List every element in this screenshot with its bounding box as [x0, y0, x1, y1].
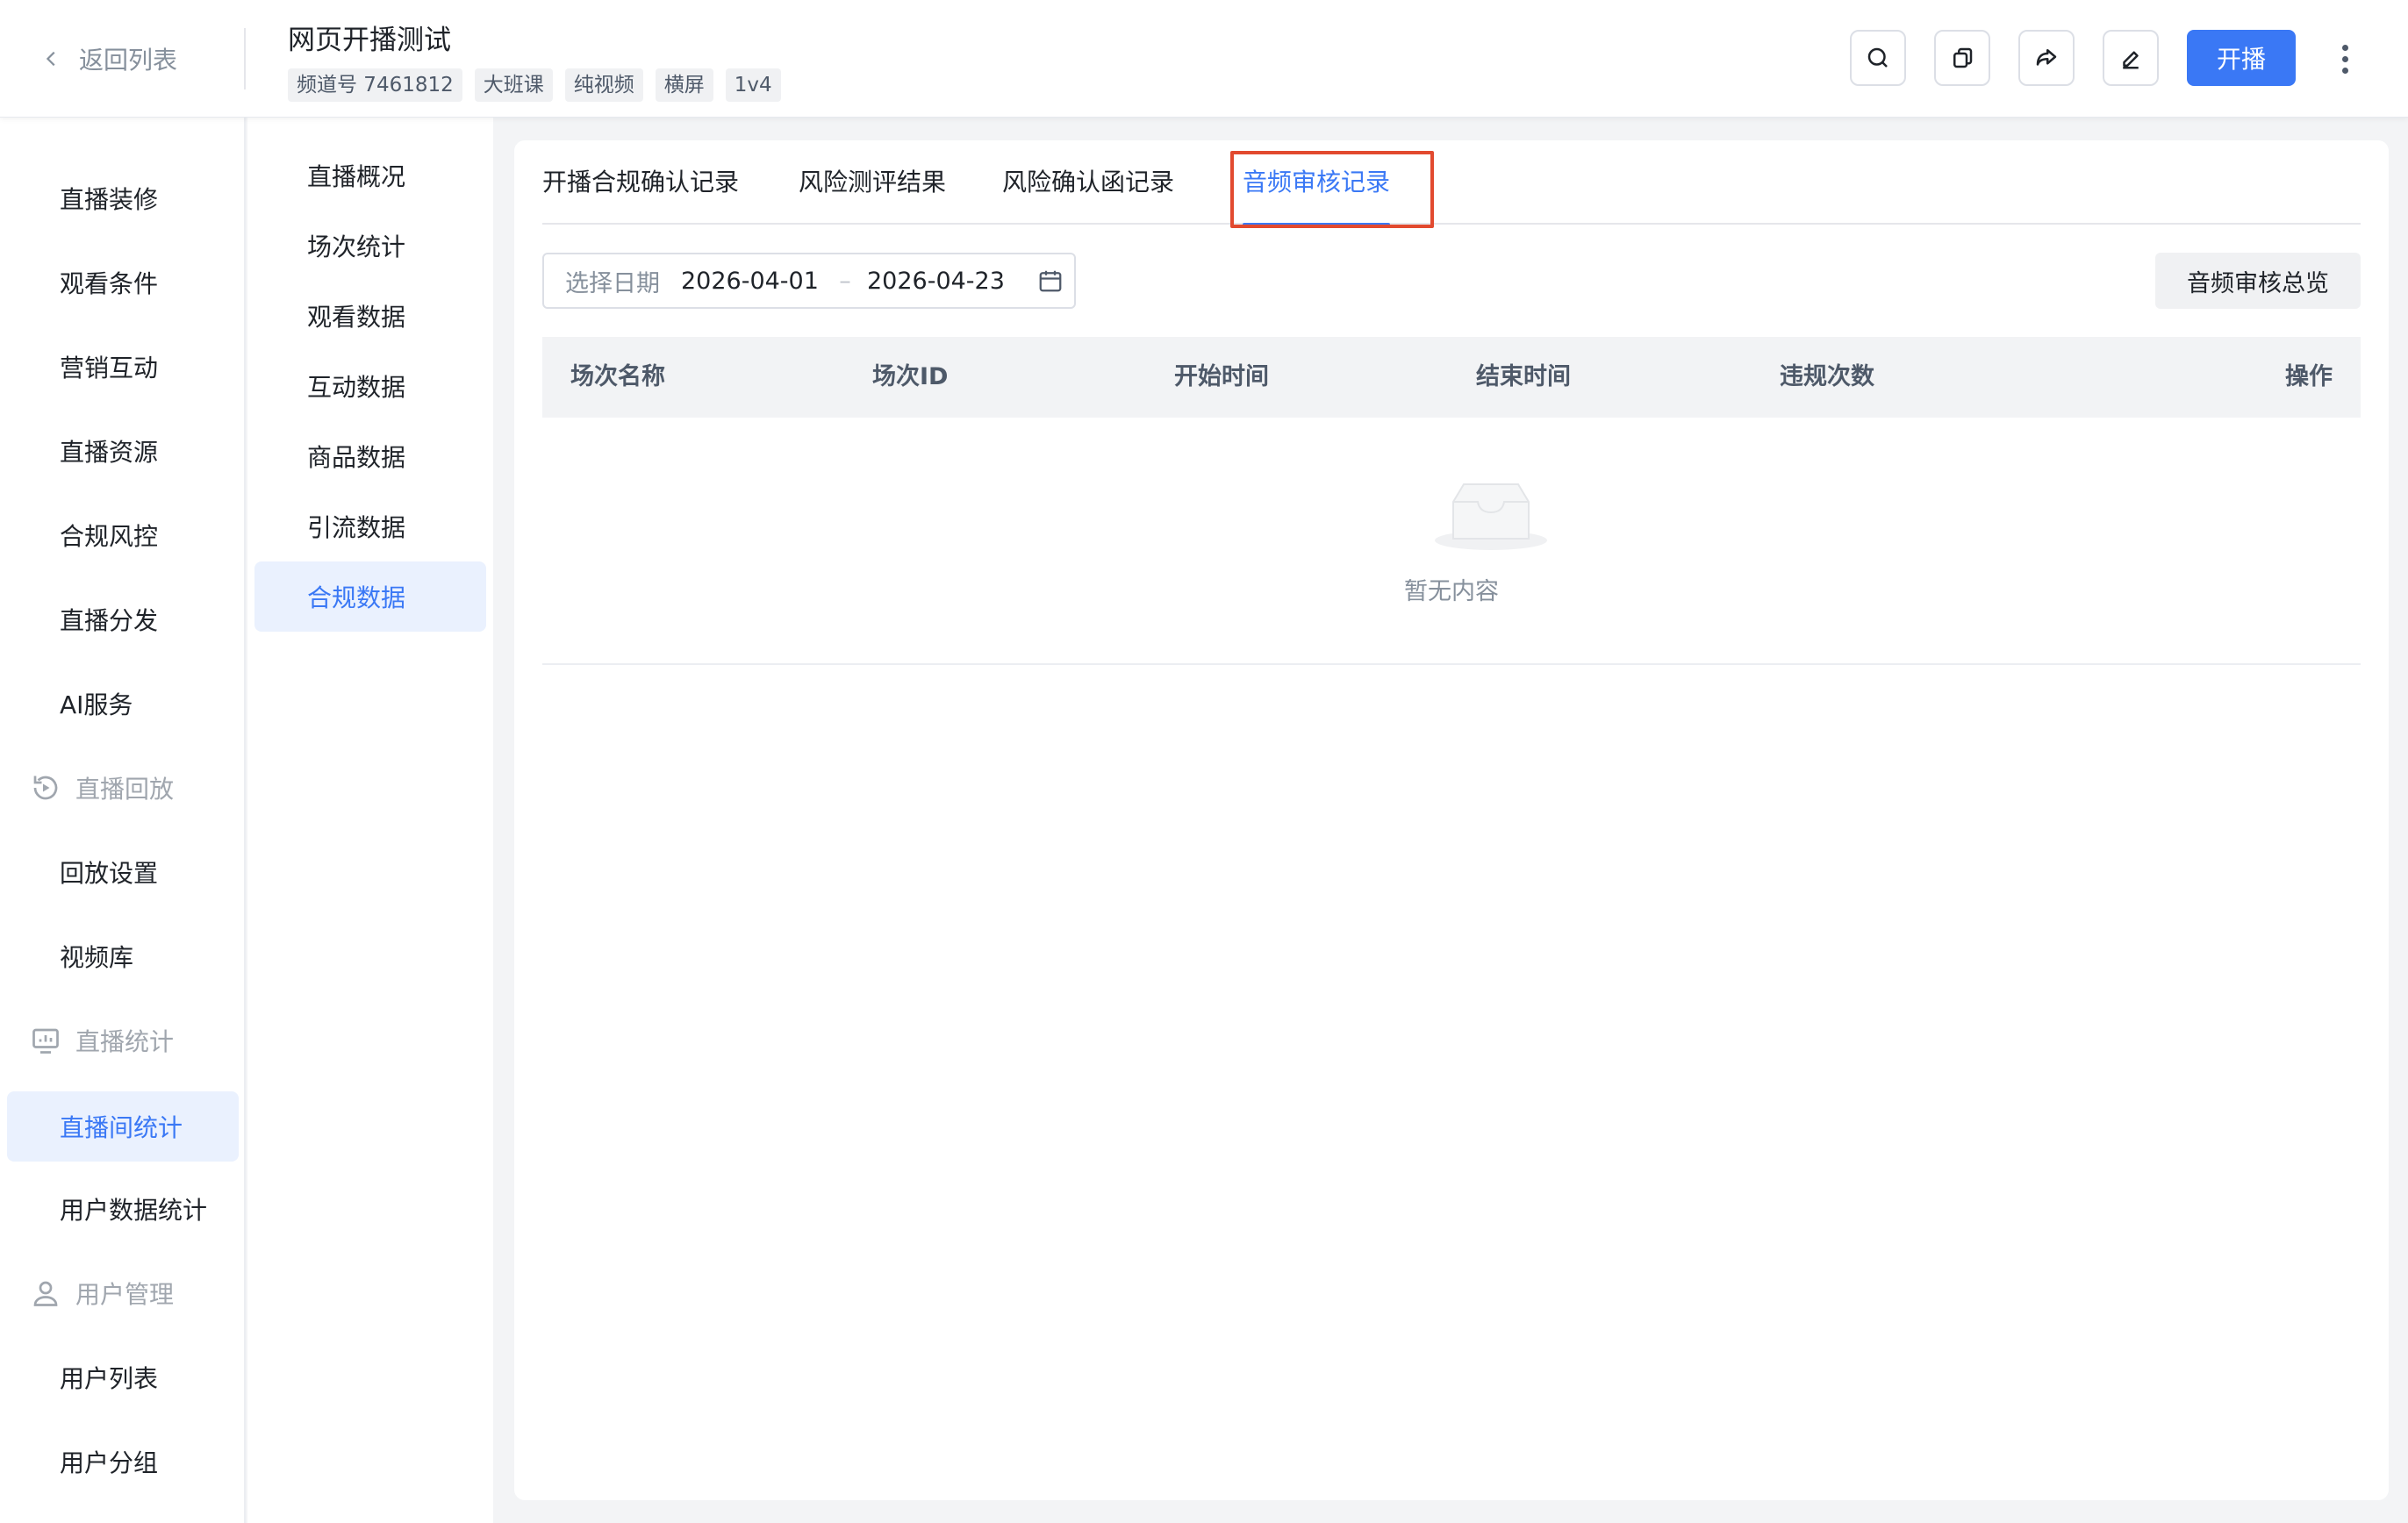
end-date-value[interactable]: 2026-04-23 [867, 268, 1027, 295]
sidebar-item-watch-conditions[interactable]: 观看条件 [0, 247, 246, 318]
subnav-item-session-stats[interactable]: 场次统计 [247, 211, 493, 281]
table-empty-state: 暂无内容 [542, 418, 2361, 665]
column-header-violation-count: 违规次数 [1780, 363, 1874, 390]
sidebar-item-compliance[interactable]: 合规风控 [0, 500, 246, 570]
main-panel: 开播合规确认记录 风险测评结果 风险确认函记录 音频审核记录 选择日期 2026… [514, 140, 2389, 1500]
channel-tags: 频道号 7461812 大班课 纯视频 横屏 1v4 [288, 68, 781, 102]
copy-icon [1953, 47, 1973, 68]
date-range-label: 选择日期 [565, 269, 660, 297]
date-range-picker[interactable]: 选择日期 2026-04-01 – 2026-04-23 [542, 253, 1076, 309]
tab-risk-assessment-results[interactable]: 风险测评结果 [799, 140, 946, 225]
more-dots-icon [2341, 44, 2348, 51]
subnav-item-interaction-data[interactable]: 互动数据 [247, 351, 493, 421]
search-button[interactable] [1850, 30, 1906, 86]
empty-inbox-icon [1435, 483, 1547, 550]
back-to-list-link[interactable]: 返回列表 [42, 37, 177, 81]
column-header-end-time: 结束时间 [1476, 363, 1571, 390]
sidebar-group-stats: 直播统计 [0, 1005, 246, 1076]
sidebar-item-user-groups[interactable]: 用户分组 [0, 1426, 246, 1497]
audio-review-overview-button[interactable]: 音频审核总览 [2155, 253, 2361, 309]
column-header-session-name: 场次名称 [570, 363, 665, 390]
sidebar-item-live-resources[interactable]: 直播资源 [0, 416, 246, 486]
edit-button[interactable] [2103, 30, 2159, 86]
header-divider [244, 28, 246, 89]
date-separator: – [839, 267, 851, 295]
sidebar-group-users: 用户管理 [0, 1258, 246, 1328]
more-dot [2341, 67, 2348, 74]
copy-button[interactable] [1934, 30, 1990, 86]
table-header: 场次名称 场次ID 开始时间 结束时间 违规次数 操作 [542, 337, 2361, 418]
media-type-tag: 纯视频 [564, 68, 643, 102]
tab-live-compliance-records[interactable]: 开播合规确认记录 [542, 140, 739, 225]
sidebar-group-stats-label: 直播统计 [75, 1027, 175, 1056]
start-date-value[interactable]: 2026-04-01 [681, 268, 828, 295]
sidebar-item-ai-service[interactable]: AI服务 [0, 669, 246, 739]
audio-review-table: 场次名称 场次ID 开始时间 结束时间 违规次数 操作 暂无内容 [542, 337, 2361, 665]
tab-risk-confirmation-records[interactable]: 风险确认函记录 [1002, 140, 1174, 225]
tab-audio-review-records[interactable]: 音频审核记录 [1243, 140, 1391, 226]
column-header-actions: 操作 [2285, 363, 2333, 390]
more-menu-button[interactable] [2327, 35, 2362, 82]
class-type-tag: 大班课 [474, 68, 553, 102]
calendar-icon[interactable] [1037, 268, 1064, 294]
monitor-chart-icon [32, 1028, 59, 1054]
page-title: 网页开播测试 [288, 25, 451, 56]
back-label: 返回列表 [79, 46, 178, 75]
sidebar-group-replay-label: 直播回放 [75, 775, 175, 804]
empty-state-text: 暂无内容 [1404, 578, 1499, 605]
channel-id-tag: 频道号 7461812 [288, 68, 462, 102]
sidebar-item-replay-settings[interactable]: 回放设置 [0, 837, 246, 907]
sidebar-group-users-label: 用户管理 [75, 1280, 175, 1309]
column-header-session-id: 场次ID [872, 363, 949, 390]
sidebar-item-live-decoration[interactable]: 直播装修 [0, 163, 246, 233]
column-header-start-time: 开始时间 [1174, 363, 1269, 390]
more-dot [2341, 55, 2348, 62]
tab-bar: 开播合规确认记录 风险测评结果 风险确认函记录 音频审核记录 [542, 140, 2361, 226]
stats-subnav: 直播概况 场次统计 观看数据 互动数据 商品数据 引流数据 合规数据 [247, 118, 493, 1523]
sidebar-item-distribution[interactable]: 直播分发 [0, 584, 246, 654]
sidebar-item-user-data-stats[interactable]: 用户数据统计 [0, 1174, 246, 1244]
share-button[interactable] [2018, 30, 2075, 86]
sidebar-group-replay: 直播回放 [0, 753, 246, 823]
start-live-button[interactable]: 开播 [2187, 30, 2296, 86]
search-icon [1867, 47, 1888, 68]
subnav-item-traffic-data[interactable]: 引流数据 [247, 491, 493, 561]
subnav-item-overview[interactable]: 直播概况 [247, 140, 493, 211]
main-sidebar: 直播装修 观看条件 营销互动 直播资源 合规风控 直播分发 AI服务 直播回放 … [0, 118, 246, 1523]
user-icon [33, 1281, 58, 1306]
replay-icon [33, 776, 58, 800]
subnav-item-product-data[interactable]: 商品数据 [247, 421, 493, 491]
orientation-tag: 横屏 [655, 68, 713, 102]
chevron-left-icon [46, 51, 55, 67]
mode-tag: 1v4 [725, 68, 781, 102]
top-header: 返回列表 网页开播测试 频道号 7461812 大班课 纯视频 横屏 1v4 开… [0, 0, 2408, 118]
sidebar-item-video-library[interactable]: 视频库 [0, 921, 246, 991]
subnav-item-watch-data[interactable]: 观看数据 [247, 281, 493, 351]
edit-icon [2123, 51, 2139, 69]
subnav-item-compliance-data[interactable]: 合规数据 [254, 561, 486, 632]
sidebar-item-marketing[interactable]: 营销互动 [0, 332, 246, 402]
share-icon [2036, 49, 2057, 66]
sidebar-item-user-list[interactable]: 用户列表 [0, 1342, 246, 1412]
sidebar-item-room-stats[interactable]: 直播间统计 [7, 1091, 239, 1162]
